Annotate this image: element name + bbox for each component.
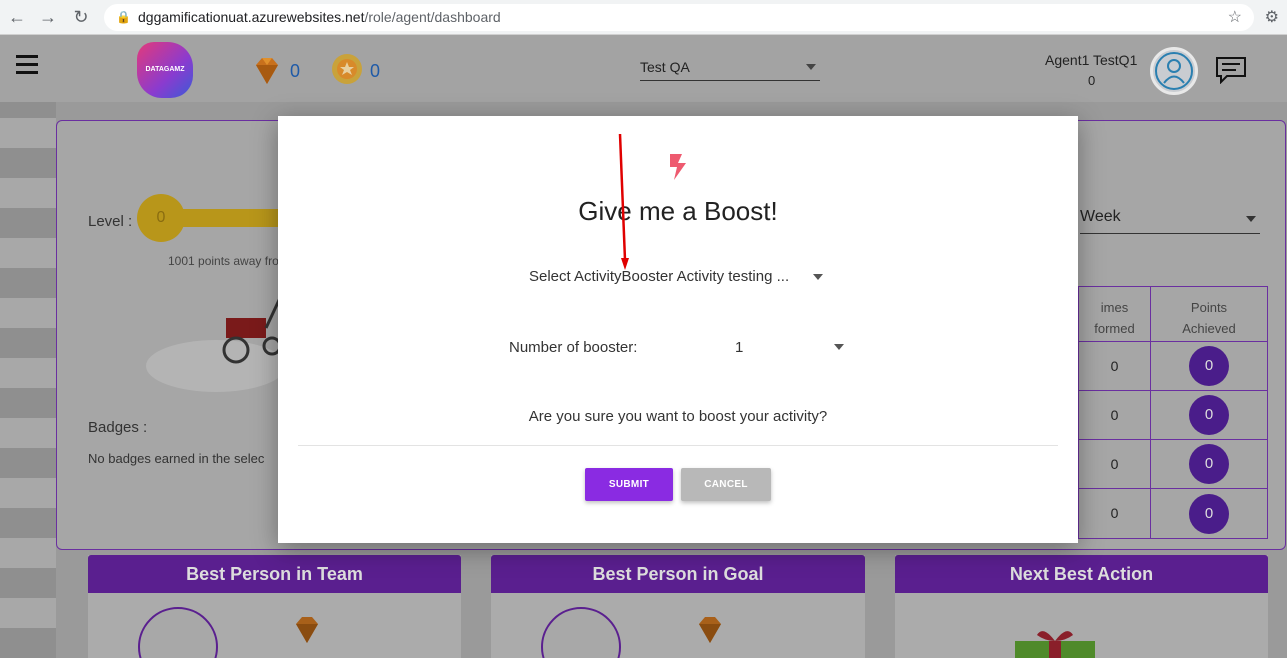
lightning-bolt-icon	[670, 154, 686, 180]
url-path: /role/agent/dashboard	[364, 9, 501, 25]
cell-performed: 0	[1079, 440, 1151, 488]
cell-points: 0	[1189, 493, 1229, 534]
menu-icon[interactable]	[16, 55, 38, 77]
table-row: 0 0	[1079, 391, 1267, 440]
next-best-action-card: Next Best Action	[895, 555, 1268, 658]
level-value: 0	[137, 194, 185, 242]
column-header-points: Points Achieved	[1182, 300, 1236, 336]
confirm-message: Are you sure you want to boost your acti…	[528, 408, 828, 425]
team-select[interactable]: Test QA	[640, 59, 820, 81]
annotation-arrow-icon	[618, 133, 629, 270]
gem-icon	[256, 58, 278, 84]
level-label: Level :	[88, 213, 133, 230]
address-bar[interactable]: 🔒 dggamificationuat.azurewebsites.net/ro…	[104, 4, 1254, 31]
user-name: Agent1 TestQ1	[1045, 52, 1138, 68]
card-title: Best Person in Goal	[491, 555, 865, 593]
race-track-decoration	[0, 102, 56, 658]
chevron-down-icon	[806, 64, 816, 70]
avatar	[138, 607, 218, 658]
badges-empty-text: No badges earned in the selec	[88, 451, 265, 466]
table-row: 0 0	[1079, 489, 1267, 538]
level-progress-bar	[170, 209, 278, 227]
back-icon[interactable]: ←	[6, 6, 28, 28]
app-header: DATAGAMZ 0 0 Test QA Agent1 TestQ1 0	[0, 35, 1287, 102]
user-points: 0	[1088, 73, 1096, 88]
medals-count: 0	[370, 61, 381, 81]
period-select[interactable]: Week	[1080, 208, 1260, 234]
gift-icon	[1015, 631, 1095, 658]
gem-icon	[296, 617, 318, 643]
chat-icon[interactable]	[1215, 56, 1247, 84]
cell-points: 0	[1189, 444, 1229, 484]
table-header: imes formed Points Achieved	[1079, 287, 1267, 342]
cancel-button[interactable]: CANCEL	[681, 468, 771, 501]
url-host: dggamificationuat.azurewebsites.net	[138, 9, 365, 25]
chevron-down-icon	[1246, 216, 1256, 222]
booster-count-label: Number of booster:	[509, 339, 638, 356]
cell-performed: 0	[1079, 342, 1151, 390]
cell-points: 0	[1189, 346, 1229, 386]
avatar	[541, 607, 621, 658]
cell-points: 0	[1189, 395, 1229, 435]
extensions-icon[interactable]: ⚙	[1265, 7, 1279, 27]
period-select-value: Week	[1080, 208, 1121, 225]
table-row: 0 0	[1079, 342, 1267, 391]
boost-dialog: Give me a Boost! Select ActivityBooster …	[278, 116, 1078, 543]
forward-icon[interactable]: →	[37, 6, 59, 28]
best-person-goal-card: Best Person in Goal	[491, 555, 865, 658]
reload-icon[interactable]: ↻	[70, 6, 92, 28]
logo: DATAGAMZ	[137, 42, 193, 98]
points-away-text: 1001 points away fro	[168, 254, 279, 268]
column-header-performed: imes formed	[1079, 287, 1151, 341]
best-person-team-card: Best Person in Team	[88, 555, 461, 658]
card-title: Next Best Action	[895, 555, 1268, 593]
badges-label: Badges :	[88, 419, 148, 436]
user-icon	[1155, 52, 1193, 90]
medal-icon	[332, 54, 362, 84]
activity-select[interactable]: Select ActivityBooster Activity testing …	[529, 268, 789, 285]
chevron-down-icon[interactable]	[834, 344, 844, 350]
browser-toolbar: ← → ↻ 🔒 dggamificationuat.azurewebsites.…	[0, 0, 1287, 35]
activity-table: imes formed Points Achieved 0 0 0 0 0 0 0 …	[1078, 286, 1268, 539]
team-select-value: Test QA	[640, 59, 690, 75]
avatar[interactable]	[1150, 47, 1198, 95]
gem-icon	[699, 617, 721, 643]
cell-performed: 0	[1079, 489, 1151, 538]
cell-performed: 0	[1079, 391, 1151, 439]
bookmark-star-icon[interactable]: ☆	[1228, 4, 1242, 31]
chevron-down-icon[interactable]	[813, 274, 823, 280]
lock-icon: 🔒	[116, 10, 131, 24]
gems-count: 0	[290, 61, 301, 81]
rickshaw-icon	[222, 297, 282, 364]
booster-count-select[interactable]: 1	[735, 339, 743, 356]
divider	[298, 445, 1058, 446]
dialog-title: Give me a Boost!	[578, 196, 778, 226]
card-title: Best Person in Team	[88, 555, 461, 593]
table-row: 0 0	[1079, 440, 1267, 489]
submit-button[interactable]: SUBMIT	[585, 468, 673, 501]
